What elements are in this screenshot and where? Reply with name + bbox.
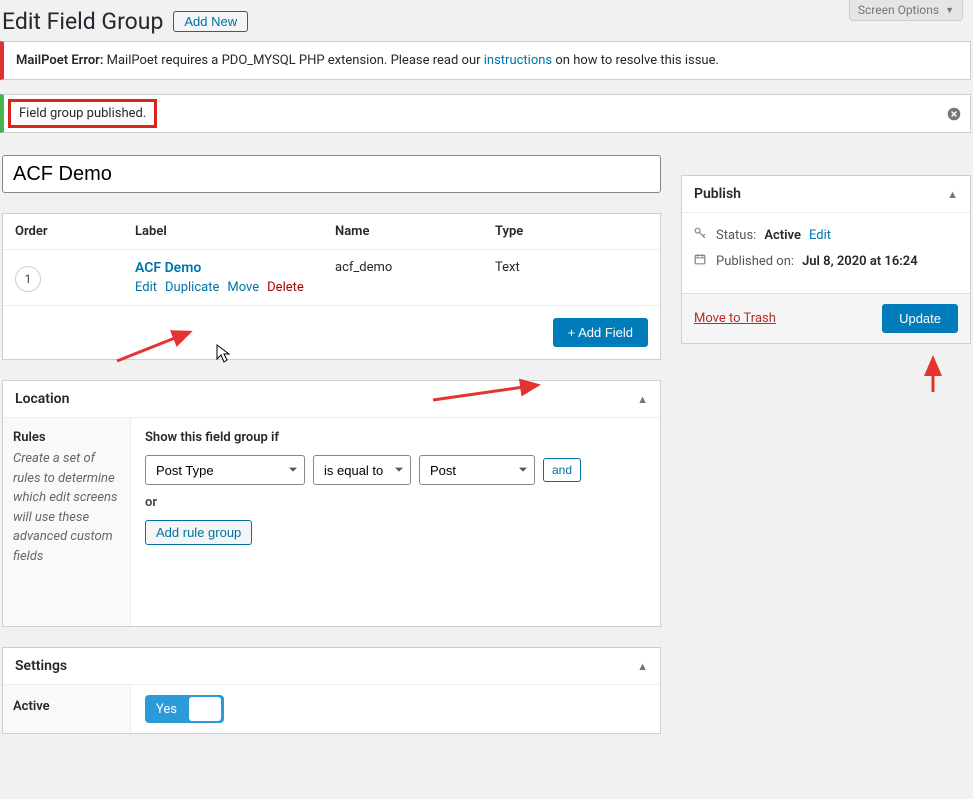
location-box: Location ▲ Rules Create a set of rules t…	[2, 380, 661, 627]
setting-active-label: Active	[3, 685, 131, 733]
location-rules-help: Rules Create a set of rules to determine…	[3, 418, 131, 626]
location-rule-row: Post Type is equal to Post and	[145, 455, 646, 485]
screen-options-tab[interactable]: Screen Options ▼	[849, 0, 963, 21]
screen-options-label: Screen Options	[858, 3, 939, 17]
show-if-label: Show this field group if	[145, 430, 646, 445]
settings-header[interactable]: Settings ▲	[3, 648, 660, 685]
move-to-trash-link[interactable]: Move to Trash	[694, 311, 776, 326]
status-label: Status:	[716, 228, 756, 243]
field-move-link[interactable]: Move	[227, 280, 259, 295]
field-label-link[interactable]: ACF Demo	[135, 260, 201, 276]
add-field-button[interactable]: + Add Field	[553, 318, 648, 347]
publish-title: Publish	[694, 186, 741, 202]
mailpoet-msg-before: MailPoet requires a PDO_MYSQL PHP extens…	[103, 53, 483, 68]
col-header-type: Type	[495, 224, 648, 239]
add-new-button[interactable]: Add New	[173, 11, 248, 32]
rule-operator-select[interactable]: is equal to	[313, 455, 411, 485]
mailpoet-instructions-link[interactable]: instructions	[484, 53, 552, 68]
rule-param-select[interactable]: Post Type	[145, 455, 305, 485]
calendar-icon	[694, 253, 708, 269]
collapse-settings-icon[interactable]: ▲	[637, 660, 648, 673]
fields-header-row: Order Label Name Type	[3, 214, 660, 250]
publish-date-label: Published on:	[716, 254, 794, 269]
title-row: Edit Field Group Add New	[0, 0, 973, 41]
active-toggle-yes: Yes	[146, 702, 187, 717]
status-edit-link[interactable]: Edit	[809, 228, 831, 243]
close-icon	[947, 107, 961, 121]
publish-status-row: Status: Active Edit	[694, 227, 958, 243]
page-title: Edit Field Group	[2, 8, 163, 35]
field-delete-link[interactable]: Delete	[267, 280, 304, 295]
field-duplicate-link[interactable]: Duplicate	[165, 280, 219, 295]
location-title: Location	[15, 391, 69, 407]
col-header-name: Name	[335, 224, 495, 239]
settings-title: Settings	[15, 658, 67, 674]
mailpoet-error-notice: MailPoet Error: MailPoet requires a PDO_…	[0, 41, 971, 80]
field-edit-link[interactable]: Edit	[135, 280, 157, 295]
settings-box: Settings ▲ Active Yes	[2, 647, 661, 734]
update-button[interactable]: Update	[882, 304, 958, 333]
field-row[interactable]: 1 ACF Demo Edit Duplicate Move Delete ac…	[3, 250, 660, 305]
field-name: acf_demo	[335, 260, 495, 275]
collapse-publish-icon[interactable]: ▲	[947, 188, 958, 201]
active-toggle[interactable]: Yes	[145, 695, 224, 723]
published-notice-text: Field group published.	[8, 99, 157, 128]
fields-list-box: Order Label Name Type 1 ACF Demo Edit Du…	[2, 213, 661, 360]
publish-box: Publish ▲ Status: Active Edit Published …	[681, 175, 971, 344]
published-notice: Field group published.	[0, 94, 971, 133]
chevron-down-icon: ▼	[945, 5, 954, 16]
field-type: Text	[495, 260, 648, 275]
publish-date-row: Published on: Jul 8, 2020 at 16:24	[694, 253, 958, 269]
rule-value-select[interactable]: Post	[419, 455, 535, 485]
rule-or-label: or	[145, 495, 646, 510]
publish-date-value: Jul 8, 2020 at 16:24	[802, 254, 918, 269]
location-header[interactable]: Location ▲	[3, 381, 660, 418]
status-value: Active	[764, 228, 801, 243]
field-order-handle[interactable]: 1	[15, 266, 41, 292]
rule-and-button[interactable]: and	[543, 458, 581, 482]
mailpoet-msg-after: on how to resolve this issue.	[552, 53, 719, 68]
dismiss-notice-button[interactable]	[944, 104, 964, 124]
col-header-order: Order	[15, 224, 135, 239]
add-rule-group-button[interactable]: Add rule group	[145, 520, 252, 545]
publish-header[interactable]: Publish ▲	[682, 176, 970, 213]
col-header-label: Label	[135, 224, 335, 239]
rules-desc: Create a set of rules to determine which…	[13, 451, 118, 564]
field-row-actions: Edit Duplicate Move Delete	[135, 280, 335, 295]
field-group-title-input[interactable]	[2, 155, 661, 193]
mailpoet-error-prefix: MailPoet Error:	[16, 53, 103, 68]
collapse-location-icon[interactable]: ▲	[637, 393, 648, 406]
key-icon	[694, 227, 708, 243]
toggle-knob	[189, 697, 221, 721]
rules-title: Rules	[13, 430, 120, 445]
